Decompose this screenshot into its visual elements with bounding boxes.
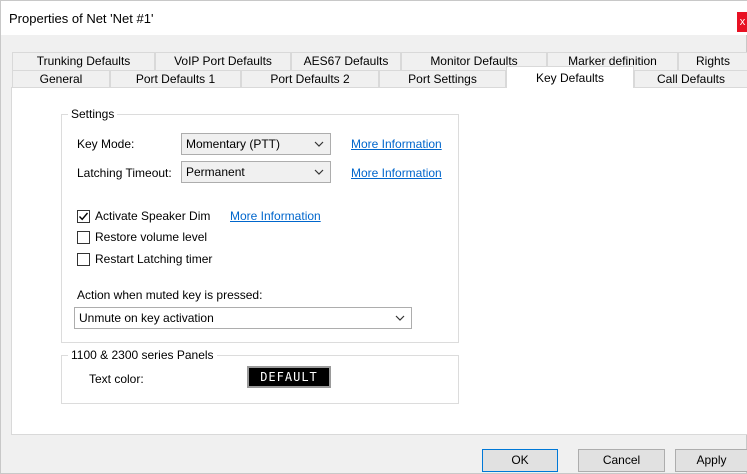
checkmark-icon [78, 212, 89, 220]
close-icon: x [739, 16, 746, 28]
tab-trunking-defaults[interactable]: Trunking Defaults [12, 52, 155, 70]
chevron-down-icon [314, 141, 324, 147]
tab-port-defaults-1[interactable]: Port Defaults 1 [110, 70, 241, 88]
tab-port-defaults-2[interactable]: Port Defaults 2 [241, 70, 379, 88]
restart-latching-checkbox[interactable]: Restart Latching timer [77, 251, 212, 267]
latching-timeout-value: Permanent [186, 165, 245, 179]
key-mode-value: Momentary (PTT) [186, 137, 281, 151]
ok-button[interactable]: OK [482, 449, 558, 472]
speaker-dim-more-info-link[interactable]: More Information [230, 209, 321, 223]
muted-action-label: Action when muted key is pressed: [77, 288, 263, 302]
checkbox-box[interactable] [77, 252, 90, 266]
latching-timeout-select[interactable]: Permanent [181, 161, 331, 183]
title-bar: Properties of Net 'Net #1' x [1, 1, 747, 35]
latching-timeout-more-info-link[interactable]: More Information [351, 166, 442, 180]
key-mode-select[interactable]: Momentary (PTT) [181, 133, 331, 155]
key-mode-label: Key Mode: [77, 137, 135, 151]
panels-legend: 1100 & 2300 series Panels [71, 348, 214, 362]
tab-voip-port-defaults[interactable]: VoIP Port Defaults [155, 52, 291, 70]
activate-speaker-dim-checkbox[interactable]: Activate Speaker Dim [77, 208, 210, 224]
activate-speaker-dim-label: Activate Speaker Dim [95, 209, 211, 223]
latching-timeout-label: Latching Timeout: [77, 166, 172, 180]
text-color-label: Text color: [89, 372, 144, 386]
properties-dialog: Properties of Net 'Net #1' x Trunking De… [0, 0, 747, 474]
window-title: Properties of Net 'Net #1' [9, 11, 154, 26]
key-mode-more-info-link[interactable]: More Information [351, 137, 442, 151]
tab-key-defaults[interactable]: Key Defaults [506, 66, 634, 88]
cancel-button[interactable]: Cancel [578, 449, 665, 472]
chevron-down-icon [314, 169, 324, 175]
close-button[interactable]: x [737, 12, 747, 32]
text-color-button[interactable]: DEFAULT [247, 366, 331, 388]
apply-button[interactable]: Apply [675, 449, 747, 472]
tab-general[interactable]: General [12, 70, 110, 88]
tab-aes67-defaults[interactable]: AES67 Defaults [291, 52, 401, 70]
restore-volume-checkbox[interactable]: Restore volume level [77, 229, 207, 245]
muted-action-select[interactable]: Unmute on key activation [74, 307, 412, 329]
checkbox-box[interactable] [77, 209, 90, 223]
tab-rights[interactable]: Rights [678, 52, 747, 70]
tab-port-settings[interactable]: Port Settings [379, 70, 506, 88]
restart-latching-label: Restart Latching timer [95, 252, 213, 266]
muted-action-value: Unmute on key activation [79, 311, 214, 325]
settings-legend: Settings [71, 107, 115, 121]
tab-call-defaults[interactable]: Call Defaults [634, 70, 747, 88]
restore-volume-label: Restore volume level [95, 230, 208, 244]
chevron-down-icon [395, 315, 405, 321]
checkbox-box[interactable] [77, 230, 90, 244]
